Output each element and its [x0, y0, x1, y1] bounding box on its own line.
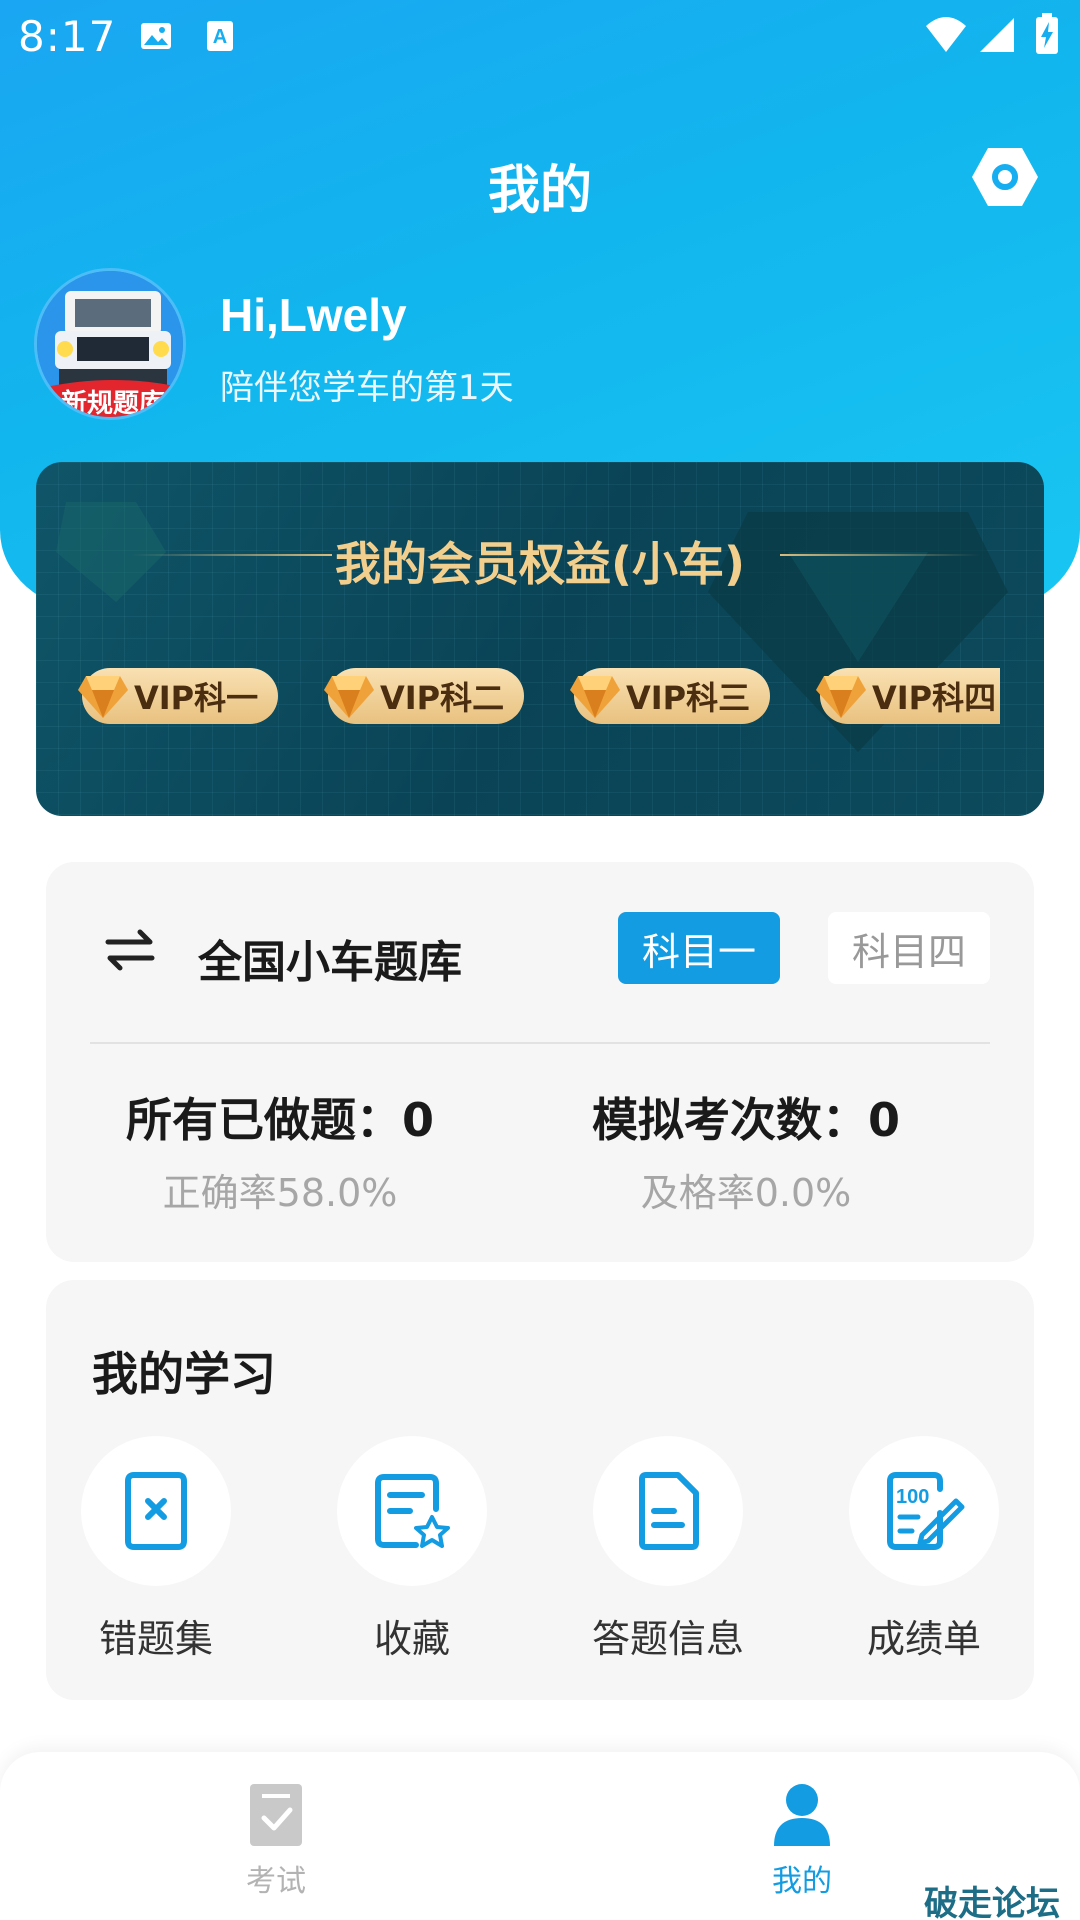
tab-exam-label: 考试: [246, 1864, 306, 1899]
swap-icon[interactable]: [102, 922, 158, 978]
score-sheet-icon: 100: [887, 1472, 965, 1550]
status-time: 8:17: [18, 12, 117, 61]
avatar-text: 新规题库: [60, 389, 165, 419]
study-item-label: 答题信息: [591, 1617, 744, 1661]
tab-exam[interactable]: 考试: [196, 1782, 356, 1900]
signal-icon: [980, 18, 1014, 52]
divider: [90, 1042, 990, 1044]
study-item-label: 收藏: [373, 1617, 450, 1661]
gem-icon: [324, 676, 374, 718]
vip-badge-subject-1[interactable]: VIP科一: [78, 668, 278, 724]
page-title: 我的: [487, 161, 592, 221]
status-bar: 8:17 A: [0, 0, 1080, 72]
accuracy-rate-text: 正确率58.0%: [162, 1171, 398, 1215]
favorite-doc-icon: [375, 1474, 450, 1548]
vip-badge-label: VIP科四: [872, 679, 997, 717]
battery-icon: [1036, 13, 1058, 54]
image-icon: [141, 23, 171, 49]
study-item-favorites[interactable]: 收藏: [312, 1436, 512, 1663]
vip-badge-label: VIP科一: [134, 679, 259, 717]
tab-mine-label: 我的: [772, 1864, 832, 1899]
study-item-circle: [337, 1436, 487, 1586]
question-bank-name[interactable]: 全国小车题库: [198, 926, 462, 990]
my-study-card: 我的学习 错题集 收藏 答题信息 100 成绩单: [46, 1280, 1034, 1700]
study-item-answer-info[interactable]: 答题信息: [568, 1436, 768, 1663]
watermark-text: 破走论坛: [924, 1884, 1060, 1920]
vip-badge-subject-3[interactable]: VIP科三: [570, 668, 770, 724]
questions-done-stat[interactable]: 所有已做题：0: [50, 1084, 510, 1150]
user-icon: [774, 1784, 830, 1846]
tab-mine[interactable]: 我的: [722, 1782, 882, 1900]
question-bank-card: 全国小车题库 科目一 科目四 所有已做题：0 正确率58.0% 模拟考次数：0 …: [46, 862, 1034, 1262]
greeting-text: Hi,Lwely: [220, 289, 407, 341]
study-item-label: 错题集: [98, 1617, 213, 1661]
gem-icon: [570, 676, 620, 718]
study-item-circle: 100: [849, 1436, 999, 1586]
settings-icon[interactable]: [970, 145, 1040, 209]
avatar[interactable]: 新规题库: [34, 268, 186, 420]
vip-badge-subject-4[interactable]: VIP科四: [816, 668, 1000, 724]
wifi-icon: [926, 17, 966, 52]
svg-text:100: 100: [896, 1486, 929, 1508]
study-item-label: 成绩单: [866, 1617, 981, 1661]
subject-four-button[interactable]: 科目四: [828, 912, 990, 984]
mock-exam-count-stat[interactable]: 模拟考次数：0: [516, 1084, 976, 1150]
bottom-nav: 考试 我的: [0, 1752, 1080, 1920]
vip-benefits-card[interactable]: 我的会员权益(小车) VIP科一 VIP科二 VIP科三 VIP科四: [36, 462, 1044, 816]
wrong-book-icon: [125, 1472, 187, 1550]
vip-title: 我的会员权益(小车): [334, 537, 746, 591]
study-item-circle: [81, 1436, 231, 1586]
gem-icon: [78, 676, 128, 718]
svg-text:A: A: [213, 26, 227, 48]
answer-info-icon: [639, 1472, 699, 1550]
study-item-score-sheet[interactable]: 100 成绩单: [824, 1436, 1024, 1663]
vip-badge-label: VIP科二: [380, 679, 505, 717]
study-item-circle: [593, 1436, 743, 1586]
vip-badge-label: VIP科三: [626, 679, 751, 717]
gem-icon: [816, 676, 866, 718]
a-icon: A: [207, 21, 233, 51]
exam-clipboard-icon: [250, 1784, 302, 1846]
subject-one-button[interactable]: 科目一: [618, 912, 780, 984]
pass-rate-text: 及格率0.0%: [640, 1171, 852, 1215]
my-study-title: 我的学习: [92, 1347, 276, 1401]
study-item-wrong-book[interactable]: 错题集: [56, 1436, 256, 1663]
study-days-text: 陪伴您学车的第1天: [220, 368, 514, 408]
vip-badge-subject-2[interactable]: VIP科二: [324, 668, 524, 724]
